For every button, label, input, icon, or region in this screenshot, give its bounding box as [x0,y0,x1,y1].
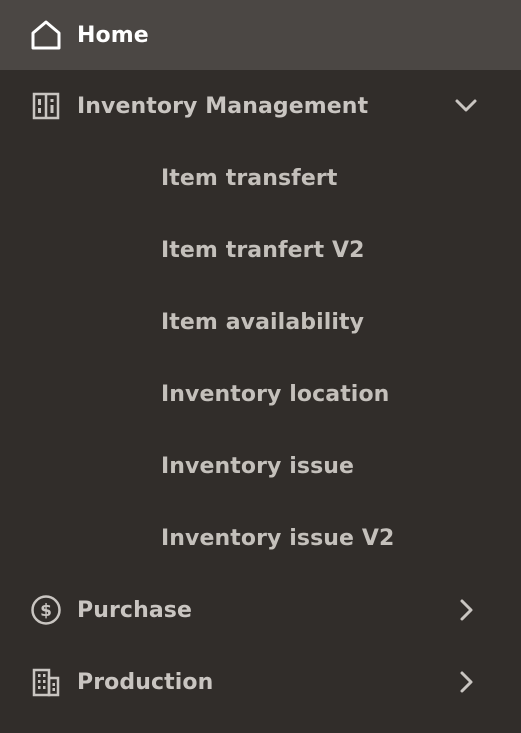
nav-item-home-label: Home [77,22,149,48]
chevron-right-icon[interactable] [453,597,479,623]
home-icon [29,18,63,52]
dollar-icon: $ [29,593,63,627]
nav-item-purchase[interactable]: $ Purchase [0,574,521,646]
nav-item-inventory-management-label: Inventory Management [77,93,369,119]
chevron-down-icon[interactable] [453,93,479,119]
subnav-item-label: Inventory issue [161,453,355,479]
side-navigation: Home Inventory Management Item transfert… [0,0,521,733]
subnav-item-label: Inventory issue V2 [161,525,395,551]
nav-item-inventory-management[interactable]: Inventory Management [0,70,521,142]
subnav-item-item-transfert[interactable]: Item transfert [0,142,521,214]
subnav-item-label: Inventory location [161,381,390,407]
nav-item-production[interactable]: Production [0,646,521,718]
subnav-item-label: Item availability [161,309,365,335]
subnav-item-inventory-issue-v2[interactable]: Inventory issue V2 [0,502,521,574]
nav-item-home[interactable]: Home [0,0,521,70]
nav-item-production-label: Production [77,669,214,695]
inventory-icon [29,89,63,123]
subnav-item-item-availability[interactable]: Item availability [0,286,521,358]
chevron-right-icon[interactable] [453,669,479,695]
subnav-item-label: Item transfert [161,165,338,191]
building-icon [29,665,63,699]
subnav-item-label: Item tranfert V2 [161,237,365,263]
subnav-item-item-tranfert-v2[interactable]: Item tranfert V2 [0,214,521,286]
svg-text:$: $ [40,601,52,621]
nav-item-purchase-label: Purchase [77,597,193,623]
subnav-item-inventory-issue[interactable]: Inventory issue [0,430,521,502]
subnav-item-inventory-location[interactable]: Inventory location [0,358,521,430]
